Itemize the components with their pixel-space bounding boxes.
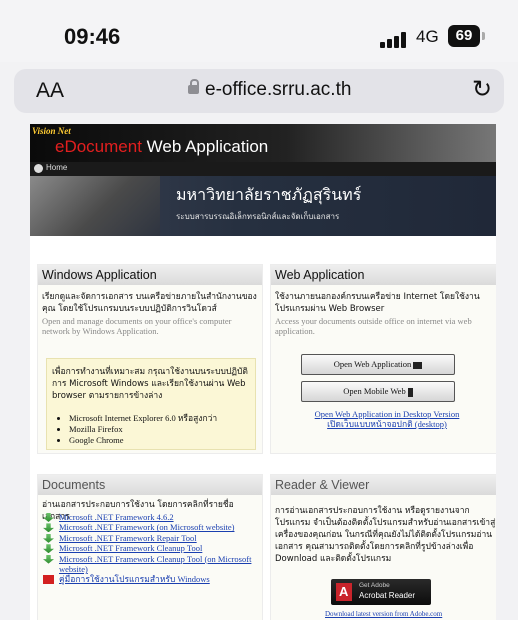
app-title-white: Web Application: [141, 137, 269, 156]
university-name: มหาวิทยาลัยราชภัฏสุรินทร์: [176, 185, 362, 204]
pdf-icon: [43, 575, 54, 585]
desktop-version-link-en[interactable]: Open Web Application in Desktop Version: [307, 409, 467, 419]
status-time: 09:46: [64, 24, 121, 49]
system-subtitle: ระบบสารบรรณอิเล็กทรอนิกส์และจัดเก็บเอกสา…: [176, 212, 340, 221]
ios-status-bar: 09:46 4G 69: [0, 0, 518, 62]
web-application-desc-en: Access your documents outside office on …: [275, 316, 472, 336]
network-type: 4G: [416, 27, 439, 46]
web-application-desc-th: ใช้งานภายนอกองค์กรบนเครือข่าย Internet โ…: [275, 292, 480, 314]
university-building-image: [30, 176, 160, 236]
monitor-icon: [413, 361, 423, 369]
open-mobile-web-label: Open Mobile Web: [343, 386, 406, 396]
app-banner: Vision Net eDocument Web Application: [30, 124, 496, 162]
adobe-product-label: Acrobat Reader: [359, 591, 416, 600]
windows-application-desc-en: Open and manage documents on your office…: [42, 316, 232, 336]
signal-strength-icon: [380, 32, 410, 48]
doc-link-net-cleanup-tool-site[interactable]: Microsoft .NET Framework Cleanup Tool (o…: [42, 554, 258, 575]
note-text: เพื่อการทำงานที่เหมาะสม กรุณาใช้งานบนระบ…: [52, 367, 248, 401]
windows-application-desc-th: เรียกดูและจัดการเอกสาร บนเครือข่ายภายในส…: [42, 292, 257, 314]
browser-item-ie: Microsoft Internet Explorer 6.0 หรือสูงก…: [69, 413, 217, 424]
documents-panel: Documents อ่านเอกสารประกอบการใช้งาน โดยก…: [37, 474, 263, 620]
web-application-panel: Web Application ใช้งานภายนอกองค์กรบนเครื…: [270, 264, 496, 454]
doc-link-net-microsoft-site[interactable]: Microsoft .NET Framework (on Microsoft w…: [42, 522, 258, 533]
text-size-button[interactable]: AA: [36, 79, 64, 103]
lock-icon: [188, 79, 199, 94]
web-page: Vision Net eDocument Web Application Hom…: [30, 124, 496, 620]
browser-item-firefox: Mozilla Firefox: [69, 424, 217, 435]
home-link[interactable]: Home: [46, 163, 67, 172]
browser-list: Microsoft Internet Explorer 6.0 หรือสูงก…: [69, 413, 217, 446]
url-text[interactable]: e-office.srru.ac.th: [205, 79, 351, 101]
adobe-acrobat-icon: [336, 583, 352, 601]
doc-link-net-cleanup-tool[interactable]: Microsoft .NET Framework Cleanup Tool: [42, 543, 258, 554]
web-application-title: Web Application: [271, 265, 496, 285]
adobe-download-link[interactable]: Download latest version from Adobe.com: [325, 610, 442, 618]
reader-viewer-title: Reader & Viewer: [271, 475, 496, 495]
windows-application-panel: Windows Application เรียกดูและจัดการเอกส…: [37, 264, 263, 454]
browser-requirements-note: เพื่อการทำงานที่เหมาะสม กรุณาใช้งานบนระบ…: [46, 358, 256, 450]
browser-item-chrome: Google Chrome: [69, 435, 217, 446]
reader-viewer-panel: Reader & Viewer การอ่านเอกสารประกอบการใช…: [270, 474, 496, 620]
documents-list: Microsoft .NET Framework 4.6.2 Microsoft…: [42, 512, 258, 585]
windows-application-title: Windows Application: [38, 265, 262, 285]
desktop-version-link-th[interactable]: เปิดเว็บแบบหน้าจอปกติ (desktop): [307, 419, 467, 429]
mobile-phone-icon: [407, 387, 413, 397]
download-arrow-icon: [43, 544, 54, 554]
get-adobe-reader-button[interactable]: Get Adobe Acrobat Reader: [331, 579, 431, 605]
app-title-red: eDocument: [55, 137, 142, 156]
download-arrow-icon: [43, 554, 54, 564]
home-icon[interactable]: [34, 164, 43, 173]
vision-net-logo: Vision Net: [32, 126, 71, 136]
reload-icon[interactable]: ↻: [472, 75, 492, 103]
open-mobile-web-button[interactable]: Open Mobile Web: [301, 381, 455, 402]
home-nav: Home: [30, 162, 496, 176]
reader-viewer-desc: การอ่านเอกสารประกอบการใช้งาน หรือดูรายงา…: [275, 506, 496, 564]
download-arrow-icon: [43, 523, 54, 533]
adobe-get-label: Get Adobe: [359, 582, 390, 589]
doc-link-net-462[interactable]: Microsoft .NET Framework 4.6.2: [42, 512, 258, 522]
battery-icon: [482, 32, 485, 40]
open-web-application-button[interactable]: Open Web Application: [301, 354, 455, 375]
desktop-version-links: Open Web Application in Desktop Version …: [307, 409, 467, 429]
windows-manual-link[interactable]: คู่มือการใช้งานโปรแกรมสำหรับ Windows: [42, 574, 258, 585]
address-bar[interactable]: AA e-office.srru.ac.th ↻: [14, 69, 504, 113]
university-header: มหาวิทยาลัยราชภัฏสุรินทร์ ระบบสารบรรณอิเ…: [30, 176, 496, 236]
documents-title: Documents: [38, 475, 262, 495]
download-arrow-icon: [43, 513, 54, 522]
download-arrow-icon: [43, 533, 54, 543]
app-title: eDocument Web Application: [55, 137, 268, 157]
battery-level: 69: [448, 25, 480, 47]
open-web-application-label: Open Web Application: [333, 359, 412, 369]
doc-link-net-repair-tool[interactable]: Microsoft .NET Framework Repair Tool: [42, 533, 258, 543]
